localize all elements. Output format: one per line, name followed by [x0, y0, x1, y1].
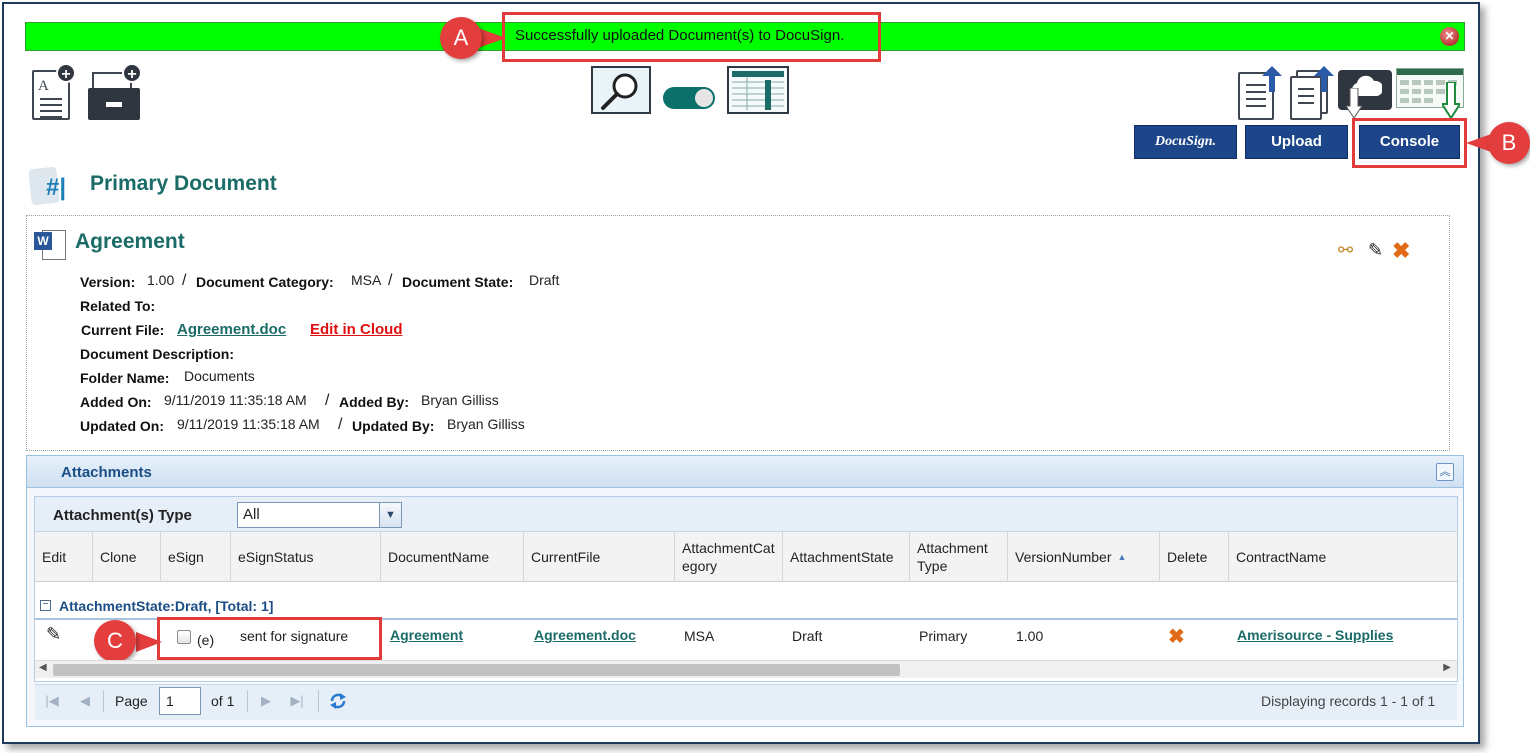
pager-bar	[35, 684, 1457, 720]
column-edit[interactable]: Edit	[35, 532, 93, 582]
upload-document-icon[interactable]	[1238, 66, 1282, 120]
close-icon[interactable]: ✕	[1440, 27, 1459, 46]
added-by-label: Added By:	[339, 394, 409, 410]
category-cell: MSA	[684, 628, 715, 644]
attachments-header	[27, 456, 1463, 488]
folder-value: Documents	[184, 368, 255, 384]
collapse-icon[interactable]: ︽	[1436, 463, 1454, 481]
callout-b-badge: B	[1488, 122, 1530, 164]
page-input[interactable]: 1	[159, 687, 201, 715]
added-by-value: Bryan Gilliss	[421, 392, 499, 408]
state-label: Document State:	[402, 274, 514, 290]
page-label: Page	[115, 693, 148, 709]
delete-icon[interactable]: ✖	[1168, 624, 1185, 649]
edit-icon[interactable]: ✎	[46, 624, 61, 645]
scroll-right-icon[interactable]: ▶	[1443, 662, 1451, 673]
spreadsheet-download-icon[interactable]	[1396, 66, 1466, 118]
callout-c-highlight	[157, 617, 382, 660]
related-label: Related To:	[80, 298, 156, 314]
plus-icon: +	[56, 63, 76, 83]
callout-b-highlight	[1352, 118, 1467, 168]
refresh-icon[interactable]	[328, 691, 348, 711]
primary-document-icon: #|	[28, 164, 70, 208]
type-cell: Primary	[919, 628, 968, 644]
view-toggle[interactable]	[663, 87, 715, 109]
separator: /	[325, 392, 330, 409]
version-cell: 1.00	[1016, 628, 1044, 644]
edit-in-cloud-link[interactable]: Edit in Cloud	[310, 321, 402, 338]
category-value: MSA	[351, 272, 382, 288]
added-on-value: 9/11/2019 11:35:18 AM	[164, 392, 307, 408]
attachment-type-value: All	[243, 506, 260, 523]
column-current-file[interactable]: CurrentFile	[524, 532, 675, 582]
state-cell: Draft	[792, 628, 823, 644]
scrollbar-thumb[interactable]	[53, 664, 900, 676]
plus-icon: +	[122, 63, 142, 83]
contract-name-link[interactable]: Amerisource - Supplies	[1237, 627, 1393, 643]
pager-divider	[247, 690, 248, 712]
upload-button[interactable]: Upload	[1245, 125, 1348, 159]
column-delete[interactable]: Delete	[1160, 532, 1229, 582]
page-title: Primary Document	[90, 172, 277, 195]
version-value: 1.00	[147, 272, 175, 288]
column-contract-name[interactable]: ContractName	[1229, 532, 1457, 582]
column-version-label: VersionNumber	[1015, 549, 1112, 565]
column-attachment-state[interactable]: AttachmentState	[783, 532, 910, 582]
search-icon[interactable]	[591, 66, 651, 114]
callout-c-badge: C	[94, 620, 136, 662]
document-title: Agreement	[75, 230, 185, 253]
separator: /	[388, 272, 393, 289]
chevron-down-icon[interactable]: ▼	[379, 503, 401, 527]
next-page-icon[interactable]: ▶	[258, 692, 274, 710]
callout-a-highlight	[502, 12, 881, 62]
column-version-number[interactable]: VersionNumber ▲	[1008, 532, 1160, 582]
upload-multiple-icon[interactable]	[1288, 66, 1334, 120]
previous-page-icon[interactable]: ◀	[77, 692, 93, 710]
records-summary: Displaying records 1 - 1 of 1	[1261, 693, 1436, 709]
attachments-title: Attachments	[61, 464, 152, 481]
attachment-type-label: Attachment(s) Type	[53, 507, 192, 524]
attachment-type-select[interactable]: All ▼	[237, 502, 402, 528]
separator: /	[338, 416, 343, 433]
version-label: Version:	[80, 274, 136, 290]
column-esign[interactable]: eSign	[161, 532, 231, 582]
current-file-cell-link[interactable]: Agreement.doc	[534, 627, 636, 643]
edit-icon[interactable]: ✎	[1368, 240, 1383, 261]
group-label: AttachmentState:Draft, [Total: 1]	[59, 598, 274, 614]
column-attachment-category[interactable]: AttachmentCategory	[675, 532, 783, 582]
page-count: of 1	[211, 693, 235, 709]
current-file-label: Current File:	[81, 322, 165, 338]
grid-view-icon[interactable]	[727, 66, 789, 114]
document-name-link[interactable]: Agreement	[390, 627, 463, 643]
last-page-icon[interactable]: ▶|	[289, 692, 305, 710]
state-value: Draft	[529, 272, 560, 288]
scroll-left-icon[interactable]: ◀	[39, 662, 47, 673]
docusign-button[interactable]: DocuSign.	[1134, 125, 1237, 159]
category-label: Document Category:	[196, 274, 334, 290]
word-document-icon: W	[34, 228, 66, 260]
separator: /	[182, 272, 187, 289]
updated-on-value: 9/11/2019 11:35:18 AM	[177, 416, 320, 432]
updated-on-label: Updated On:	[80, 418, 164, 434]
added-on-label: Added On:	[80, 394, 152, 410]
column-attachment-type[interactable]: Attachment Type	[910, 532, 1008, 582]
updated-by-value: Bryan Gilliss	[447, 416, 525, 432]
current-file-link[interactable]: Agreement.doc	[177, 321, 286, 338]
link-icon[interactable]: ⚯	[1338, 240, 1353, 261]
updated-by-label: Updated By:	[352, 418, 435, 434]
pager-divider	[103, 690, 104, 712]
cloud-folder-icon[interactable]	[1338, 66, 1392, 118]
pager-divider	[318, 690, 319, 712]
first-page-icon[interactable]: |◀	[44, 692, 60, 710]
sort-ascending-icon: ▲	[1117, 552, 1127, 562]
description-label: Document Description:	[80, 346, 235, 362]
column-document-name[interactable]: DocumentName	[381, 532, 524, 582]
column-esign-status[interactable]: eSignStatus	[231, 532, 381, 582]
horizontal-scrollbar[interactable]: ◀ ▶	[35, 660, 1457, 678]
collapse-group-icon[interactable]: −	[40, 600, 51, 611]
delete-icon[interactable]: ✖	[1392, 238, 1410, 264]
column-clone[interactable]: Clone	[93, 532, 161, 582]
callout-a-badge: A	[440, 17, 482, 59]
folder-label: Folder Name:	[80, 370, 170, 386]
